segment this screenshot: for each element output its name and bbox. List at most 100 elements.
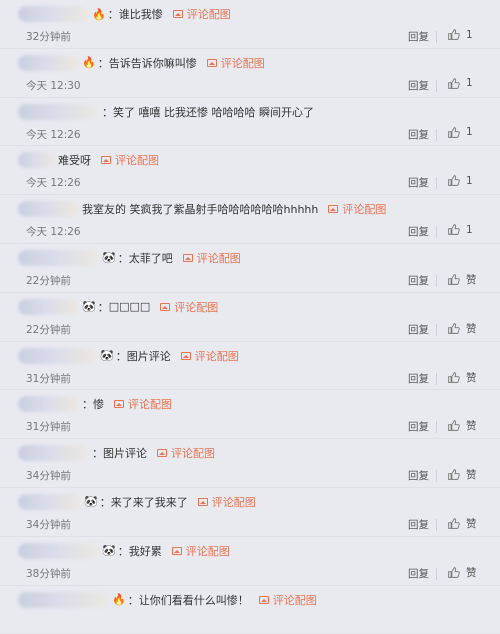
- action-divider: [436, 274, 437, 287]
- comment-picture-link[interactable]: 评论配图: [171, 543, 230, 559]
- thumbs-up-icon: [447, 77, 466, 90]
- reply-button[interactable]: 回复: [408, 127, 429, 142]
- comment-picture-link[interactable]: 评论配图: [157, 445, 215, 461]
- image-icon: [101, 156, 111, 165]
- like-count: 赞: [466, 517, 477, 530]
- like-button[interactable]: 赞: [447, 370, 477, 385]
- comment-text: 图片评论: [103, 447, 147, 461]
- reply-button[interactable]: 回复: [408, 566, 429, 581]
- panda-icon: 🐼: [84, 495, 98, 509]
- comment-item: ：惨 评论配图 31分钟前 回复 赞: [0, 390, 500, 440]
- comment-text: 难受呀: [58, 154, 91, 168]
- reply-button[interactable]: 回复: [408, 224, 429, 239]
- like-button[interactable]: 1: [447, 223, 473, 236]
- comment-line: 🐼： □□□□ 评论配图: [18, 297, 490, 317]
- blurred-username[interactable]: [18, 396, 78, 413]
- comment-picture-link[interactable]: 评论配图: [114, 396, 172, 412]
- like-button[interactable]: 赞: [447, 516, 477, 531]
- comment-text: 惨: [93, 398, 104, 412]
- thumbs-up-icon: [447, 273, 466, 286]
- blurred-username[interactable]: [18, 54, 78, 71]
- comment-line: 我室友的 笑疯我了紫晶射手哈哈哈哈哈哈hhhhh 评论配图: [18, 199, 490, 219]
- comment-time: 22分钟前: [26, 274, 71, 287]
- panda-icon: 🐼: [102, 544, 116, 558]
- reply-button[interactable]: 回复: [408, 517, 429, 532]
- blurred-username[interactable]: [18, 493, 80, 510]
- comment-picture-label: 评论配图: [185, 544, 230, 558]
- comment-picture-label: 评论配图: [272, 593, 317, 607]
- like-button[interactable]: 赞: [447, 272, 477, 287]
- blurred-username[interactable]: [18, 445, 88, 462]
- image-icon: [172, 10, 183, 18]
- comment-item: 🐼： □□□□ 评论配图 22分钟前 回复 赞: [0, 293, 500, 342]
- comment-picture-link[interactable]: 评论配图: [160, 299, 218, 315]
- like-button[interactable]: 1: [447, 28, 473, 41]
- like-button[interactable]: 赞: [447, 321, 477, 336]
- action-divider: [436, 31, 437, 43]
- like-button[interactable]: 1: [447, 126, 473, 139]
- comment-separator: ：: [127, 593, 139, 607]
- like-button[interactable]: 1: [447, 77, 473, 90]
- comment-item: 🔥：谁比我惨 评论配图 32分钟前 回复 1: [0, 0, 500, 49]
- comment-text: 笑了 嘻嘻 比我还惨 哈哈哈哈 瞬间开心了: [113, 105, 314, 119]
- reply-button[interactable]: 回复: [408, 419, 429, 434]
- comment-picture-link[interactable]: 评论配图: [182, 250, 241, 266]
- reply-button[interactable]: 回复: [408, 322, 429, 337]
- comment-time: 22分钟前: [26, 323, 71, 336]
- thumbs-up-icon: [447, 468, 466, 481]
- comment-line: ：图片评论 评论配图: [18, 443, 490, 463]
- comment-picture-link[interactable]: 评论配图: [197, 494, 256, 510]
- reply-button[interactable]: 回复: [408, 468, 429, 483]
- like-count: 赞: [466, 469, 477, 482]
- image-icon: [197, 497, 208, 506]
- panda-icon: 🐼: [102, 251, 116, 265]
- comment-line: 🔥：让你们看看什么叫惨！ 评论配图: [18, 590, 490, 610]
- like-button[interactable]: 赞: [447, 565, 477, 580]
- comment-line: 🐼：图片评论 评论配图: [18, 346, 490, 366]
- like-button[interactable]: 赞: [447, 467, 477, 482]
- thumbs-up-icon: [447, 28, 466, 41]
- blurred-username[interactable]: [18, 298, 78, 315]
- image-icon: [206, 58, 217, 67]
- reply-button[interactable]: 回复: [408, 29, 429, 44]
- comment-picture-label: 评论配图: [194, 349, 239, 363]
- comment-separator: ：: [102, 105, 113, 119]
- comment-item: ：笑了 嘻嘻 比我还惨 哈哈哈哈 瞬间开心了 今天 12:26 回复 1: [0, 98, 500, 147]
- comment-picture-link[interactable]: 评论配图: [172, 6, 231, 22]
- fire-icon: 🔥: [92, 7, 106, 21]
- blurred-username[interactable]: [18, 103, 98, 120]
- blurred-username[interactable]: [18, 201, 78, 218]
- image-icon: [157, 449, 167, 458]
- blurred-username[interactable]: [18, 6, 88, 22]
- comment-time: 今天 12:26: [26, 226, 81, 239]
- reply-button[interactable]: 回复: [408, 371, 429, 386]
- like-button[interactable]: 赞: [447, 418, 477, 433]
- comment-time: 34分钟前: [26, 518, 71, 531]
- comment-line: 🔥：告诉告诉你嘛叫惨 评论配图: [18, 53, 490, 73]
- action-divider: [436, 323, 437, 336]
- comment-item: 🔥：让你们看看什么叫惨！ 评论配图: [0, 586, 500, 634]
- blurred-username[interactable]: [18, 591, 108, 608]
- comment-time: 38分钟前: [26, 567, 71, 580]
- comment-picture-link[interactable]: 评论配图: [101, 152, 159, 168]
- comment-line: ：惨 评论配图: [18, 394, 490, 414]
- comment-time: 31分钟前: [26, 372, 71, 385]
- reply-button[interactable]: 回复: [408, 78, 429, 93]
- reply-button[interactable]: 回复: [408, 273, 429, 288]
- comment-picture-label: 评论配图: [196, 251, 241, 265]
- comment-picture-label: 评论配图: [186, 8, 231, 21]
- action-divider: [436, 518, 437, 531]
- comment-picture-link[interactable]: 评论配图: [328, 201, 386, 217]
- blurred-username[interactable]: [18, 542, 98, 559]
- blurred-username[interactable]: [18, 152, 54, 169]
- comment-list: 🔥：谁比我惨 评论配图 32分钟前 回复 1 🔥：告诉告诉你嘛叫惨 评论配图 今天 12:30…: [0, 0, 500, 634]
- blurred-username[interactable]: [18, 249, 98, 266]
- reply-button[interactable]: 回复: [408, 175, 429, 190]
- comment-picture-link[interactable]: 评论配图: [206, 55, 265, 71]
- comment-item: 🐼：我好累 评论配图 38分钟前 回复 赞: [0, 537, 500, 586]
- like-button[interactable]: 1: [447, 174, 473, 187]
- comment-picture-link[interactable]: 评论配图: [258, 592, 317, 608]
- blurred-username[interactable]: [18, 347, 96, 364]
- comment-separator: ：: [97, 300, 109, 314]
- comment-picture-link[interactable]: 评论配图: [180, 348, 239, 364]
